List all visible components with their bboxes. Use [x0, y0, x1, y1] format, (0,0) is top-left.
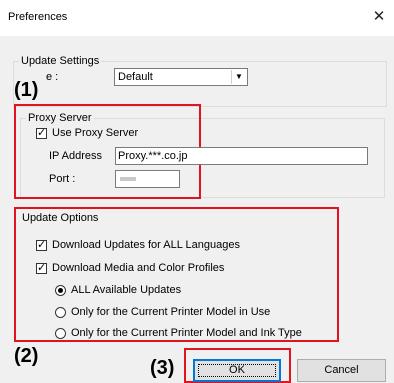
port-input[interactable]	[115, 170, 180, 188]
download-all-languages-label: Download Updates for ALL Languages	[52, 239, 240, 251]
port-label: Port :	[49, 173, 76, 185]
use-proxy-checkbox[interactable]	[36, 126, 47, 139]
chevron-down-icon[interactable]: ▼	[231, 70, 246, 84]
radio-current-printer-model[interactable]	[55, 307, 66, 318]
update-mode-value: Default	[118, 71, 153, 83]
ok-button[interactable]: OK	[193, 359, 281, 382]
update-settings-legend: Update Settings	[19, 54, 102, 68]
annotation-1: (1)	[14, 79, 39, 101]
window-title: Preferences	[8, 11, 68, 23]
radio-current-printer-model-label: Only for the Current Printer Model in Us…	[71, 306, 271, 318]
masked-port-value	[120, 177, 136, 182]
focus-rectangle	[198, 364, 276, 377]
download-media-profiles-checkbox[interactable]	[36, 261, 47, 274]
ip-address-value: Proxy.***.co.jp	[118, 150, 188, 162]
cancel-button-label: Cancel	[324, 364, 359, 376]
update-options-legend: Update Options	[20, 211, 101, 225]
annotation-2: (2)	[14, 345, 39, 367]
use-proxy-label: Use Proxy Server	[52, 127, 139, 139]
update-mode-dropdown[interactable]: Default ▼	[114, 68, 248, 86]
cancel-button[interactable]: Cancel	[297, 359, 386, 382]
radio-current-printer-model-ink[interactable]	[55, 328, 66, 339]
radio-current-printer-model-ink-label: Only for the Current Printer Model and I…	[71, 327, 302, 339]
update-mode-label: e :	[46, 71, 59, 83]
title-bar: Preferences ✕	[0, 0, 394, 36]
ip-address-input[interactable]: Proxy.***.co.jp	[115, 147, 368, 165]
download-media-profiles-label: Download Media and Color Profiles	[52, 262, 225, 274]
close-icon[interactable]: ✕	[366, 4, 392, 30]
download-all-languages-checkbox[interactable]	[36, 238, 47, 251]
radio-all-available-updates[interactable]	[55, 285, 66, 296]
annotation-3: (3)	[150, 357, 175, 379]
radio-all-available-updates-label: ALL Available Updates	[71, 284, 182, 296]
ip-address-label: IP Address	[49, 150, 102, 162]
